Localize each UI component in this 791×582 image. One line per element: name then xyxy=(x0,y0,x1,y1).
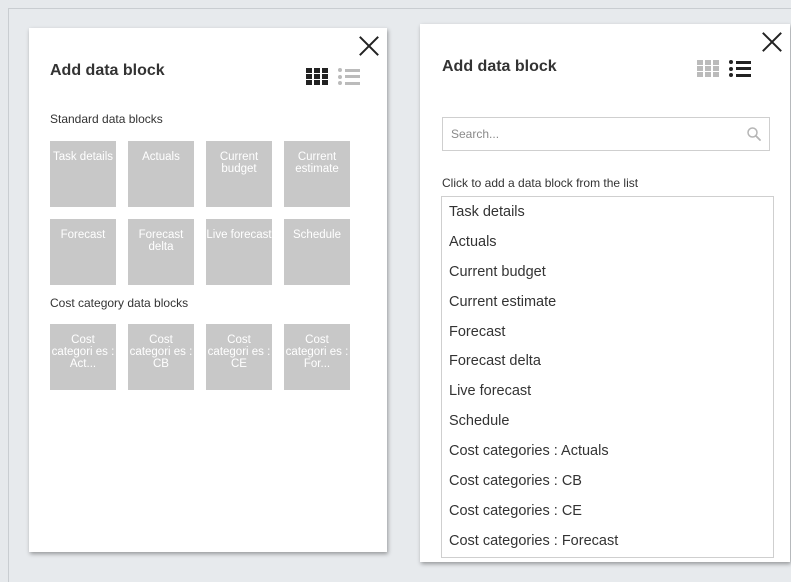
list-item[interactable]: Cost categories : CE xyxy=(442,496,773,526)
data-block-list: Task details Actuals Current budget Curr… xyxy=(441,196,774,558)
view-toggle xyxy=(306,68,360,85)
list-item[interactable]: Cost categories : CB xyxy=(442,466,773,496)
list-view-icon[interactable] xyxy=(338,68,360,85)
list-item[interactable]: Forecast xyxy=(442,317,773,347)
grid-view-icon[interactable] xyxy=(697,60,719,77)
close-icon[interactable] xyxy=(760,30,784,54)
list-item[interactable]: Cost categories : Forecast xyxy=(442,526,773,556)
tile-actuals[interactable]: Actuals xyxy=(128,141,194,207)
list-hint: Click to add a data block from the list xyxy=(442,176,639,190)
tile-live-forecast[interactable]: Live forecast xyxy=(206,219,272,285)
standard-blocks-label: Standard data blocks xyxy=(50,112,163,126)
tile-forecast[interactable]: Forecast xyxy=(50,219,116,285)
tile-cost-forecast[interactable]: Cost categori es : For... xyxy=(284,324,350,390)
search-input[interactable] xyxy=(449,118,743,150)
add-data-block-list-panel: Add data block Click to add a data block… xyxy=(420,24,790,562)
tile-cost-cb[interactable]: Cost categori es : CB xyxy=(128,324,194,390)
add-data-block-grid-panel: Add data block Standard data blocks Task… xyxy=(29,28,387,552)
list-item[interactable]: Current estimate xyxy=(442,287,773,317)
grid-view-icon[interactable] xyxy=(306,68,328,85)
list-view-icon[interactable] xyxy=(729,60,751,77)
tile-task-details[interactable]: Task details xyxy=(50,141,116,207)
list-item[interactable]: Schedule xyxy=(442,406,773,436)
tile-current-budget[interactable]: Current budget xyxy=(206,141,272,207)
tile-schedule[interactable]: Schedule xyxy=(284,219,350,285)
list-item[interactable]: Current budget xyxy=(442,257,773,287)
panel-title: Add data block xyxy=(442,58,557,75)
tile-forecast-delta[interactable]: Forecast delta xyxy=(128,219,194,285)
panel-title: Add data block xyxy=(50,62,165,79)
list-item[interactable]: Task details xyxy=(442,197,773,227)
tile-cost-ce[interactable]: Cost categori es : CE xyxy=(206,324,272,390)
list-item[interactable]: Forecast delta xyxy=(442,346,773,376)
tile-cost-actuals[interactable]: Cost categori es : Act... xyxy=(50,324,116,390)
close-icon[interactable] xyxy=(357,34,381,58)
standard-tiles: Task details Actuals Current budget Curr… xyxy=(50,141,350,285)
view-toggle xyxy=(697,60,751,77)
list-item[interactable]: Cost categories : Actuals xyxy=(442,436,773,466)
list-item[interactable]: Actuals xyxy=(442,227,773,257)
list-item[interactable]: Live forecast xyxy=(442,376,773,406)
cost-tiles: Cost categori es : Act... Cost categori … xyxy=(50,324,350,390)
search-icon[interactable] xyxy=(747,127,761,141)
cost-blocks-label: Cost category data blocks xyxy=(50,296,189,310)
tile-current-estimate[interactable]: Current estimate xyxy=(284,141,350,207)
search-box xyxy=(442,117,770,151)
